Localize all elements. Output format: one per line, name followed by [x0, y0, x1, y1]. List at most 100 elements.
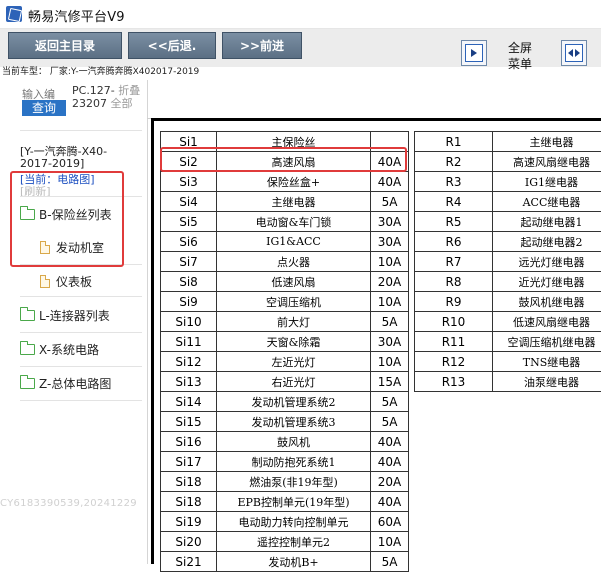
relay-desc-cell: ACC继电器: [493, 192, 601, 212]
relay-desc-cell: IG1继电器: [493, 172, 601, 192]
back-button[interactable]: <<后退.: [128, 32, 216, 59]
table-row: Si9空调压缩机10A: [161, 292, 409, 312]
fuse-rating-cell: 10A: [371, 532, 409, 552]
divider: [20, 332, 142, 333]
fuse-id-cell: Si19: [161, 512, 217, 532]
table-row: Si4主继电器5A: [161, 192, 409, 212]
fuse-desc-cell: 空调压缩机: [217, 292, 371, 312]
table-row: R3IG1继电器: [415, 172, 601, 192]
fuse-id-cell: Si14: [161, 392, 217, 412]
table-row: Si18燃油泵(非19年型)20A: [161, 472, 409, 492]
fuse-id-cell: Si21: [161, 552, 217, 572]
relay-desc-cell: 鼓风机继电器: [493, 292, 601, 312]
fuse-rating-cell: 20A: [371, 272, 409, 292]
relay-table: R1主继电器R2高速风扇继电器R3IG1继电器R4ACC继电器R5起动继电器1R…: [414, 131, 601, 392]
folder-icon: [20, 344, 35, 355]
tree-item-system-circuits[interactable]: X-系统电路: [20, 339, 99, 359]
fuse-id-cell: Si15: [161, 412, 217, 432]
table-row: Si15发动机管理系统35A: [161, 412, 409, 432]
title-bar: 畅易汽修平台V9: [0, 0, 601, 29]
fuse-desc-cell: 保险丝盒+: [217, 172, 371, 192]
relay-id-cell: R7: [415, 252, 493, 272]
relay-id-cell: R11: [415, 332, 493, 352]
window-title: 畅易汽修平台V9: [28, 6, 125, 25]
fuse-id-cell: Si6: [161, 232, 217, 252]
fuse-desc-cell: 点火器: [217, 252, 371, 272]
table-row: R9鼓风机继电器: [415, 292, 601, 312]
all-link[interactable]: 全部: [111, 97, 133, 110]
fuse-id-cell: Si11: [161, 332, 217, 352]
fuse-id-cell: Si18: [161, 492, 217, 512]
back-to-main-button[interactable]: 返回主目录: [8, 32, 122, 59]
fuse-rating-cell: 30A: [371, 212, 409, 232]
highlight-box: [10, 171, 124, 267]
table-row: R12TNS继电器: [415, 352, 601, 372]
fuse-rating-cell: 60A: [371, 512, 409, 532]
fuse-desc-cell: 制动防抱死系统1: [217, 452, 371, 472]
table-row: Si21发动机B+5A: [161, 552, 409, 572]
fuse-id-cell: Si17: [161, 452, 217, 472]
relay-desc-cell: 远光灯继电器: [493, 252, 601, 272]
table-row: Si12左近光灯10A: [161, 352, 409, 372]
collapse-panel-button[interactable]: [461, 40, 487, 66]
relay-desc-cell: 低速风扇继电器: [493, 312, 601, 332]
fuse-rating-cell: 5A: [371, 312, 409, 332]
fuse-rating-cell: 40A: [371, 432, 409, 452]
fuse-id-cell: Si9: [161, 292, 217, 312]
fuse-desc-cell: 左近光灯: [217, 352, 371, 372]
table-row: Si14发动机管理系统25A: [161, 392, 409, 412]
relay-id-cell: R10: [415, 312, 493, 332]
fuse-rating-cell: 5A: [371, 192, 409, 212]
table-row: Si3保险丝盒+40A: [161, 172, 409, 192]
fuse-id-cell: Si18: [161, 472, 217, 492]
tree-item-overall-circuit[interactable]: Z-总体电路图: [20, 373, 111, 393]
fullscreen-menu-label[interactable]: 全屏 菜单: [500, 40, 540, 72]
table-row: R5起动继电器1: [415, 212, 601, 232]
fuse-rating-cell: 10A: [371, 292, 409, 312]
relay-id-cell: R12: [415, 352, 493, 372]
fuse-desc-cell: 燃油泵(非19年型): [217, 472, 371, 492]
document-icon: [40, 275, 50, 288]
relay-id-cell: R3: [415, 172, 493, 192]
table-row: Si20遥控控制单元210A: [161, 532, 409, 552]
table-row: Si13右近光灯15A: [161, 372, 409, 392]
relay-desc-cell: 空调压缩机继电器: [493, 332, 601, 352]
collapse-link[interactable]: 折叠: [118, 84, 140, 97]
fuse-id-cell: Si13: [161, 372, 217, 392]
arrow-right-icon: [465, 44, 483, 62]
folder-icon: [20, 310, 35, 321]
watermark: CY6183390539,20241229: [0, 498, 137, 509]
table-row: Si19电动助力转向控制单元60A: [161, 512, 409, 532]
table-row: R8近光灯继电器: [415, 272, 601, 292]
table-row: Si10前大灯5A: [161, 312, 409, 332]
fuse-desc-cell: 主继电器: [217, 192, 371, 212]
fuse-rating-cell: 5A: [371, 392, 409, 412]
table-row: Si8低速风扇20A: [161, 272, 409, 292]
fuse-rating-cell: 10A: [371, 352, 409, 372]
split-view-button[interactable]: [561, 40, 587, 66]
table-row: R6起动继电器2: [415, 232, 601, 252]
fuse-rating-cell: 15A: [371, 372, 409, 392]
table-row: Si17制动防抱死系统140A: [161, 452, 409, 472]
fuse-desc-cell: 发动机B+: [217, 552, 371, 572]
table-row: Si7点火器10A: [161, 252, 409, 272]
fuse-desc-cell: 右近光灯: [217, 372, 371, 392]
table-row: R13油泵继电器: [415, 372, 601, 392]
viewer-header: [147, 80, 601, 119]
fuse-id-cell: Si7: [161, 252, 217, 272]
fuse-id-cell: Si20: [161, 532, 217, 552]
forward-button[interactable]: >>前进: [222, 32, 302, 59]
table-row: Si18EPB控制单元(19年型)40A: [161, 492, 409, 512]
code-info: PC.127- 折叠 23207 全部: [72, 84, 140, 110]
fuse-id-cell: Si4: [161, 192, 217, 212]
left-panel: 输入编 查询 PC.127- 折叠 23207 全部 [Y-一汽奔腾-X40-2…: [0, 78, 145, 564]
fuse-desc-cell: 电动窗&车门锁: [217, 212, 371, 232]
fuse-id-cell: Si3: [161, 172, 217, 192]
relay-id-cell: R1: [415, 132, 493, 152]
relay-desc-cell: 近光灯继电器: [493, 272, 601, 292]
document-border: [151, 118, 154, 564]
tree-item-dashboard[interactable]: 仪表板: [40, 271, 92, 291]
tree-item-connector-list[interactable]: L-连接器列表: [20, 305, 110, 325]
fuse-desc-cell: 低速风扇: [217, 272, 371, 292]
query-button[interactable]: 查询: [22, 100, 66, 116]
